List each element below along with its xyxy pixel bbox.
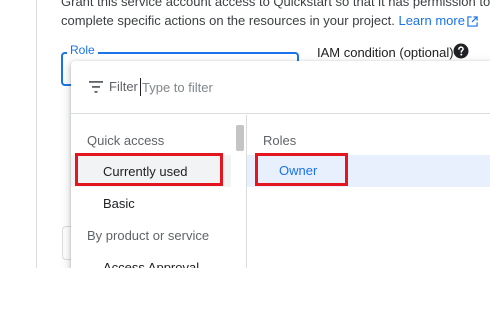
learn-more-label[interactable]: Learn more xyxy=(398,13,464,28)
learn-more-link[interactable]: Learn more xyxy=(398,13,478,28)
page: Grant this service account access to Qui… xyxy=(0,0,490,268)
role-owner-label[interactable]: Owner xyxy=(279,163,317,178)
filter-label: Filter xyxy=(109,79,138,94)
by-product-heading: By product or service xyxy=(87,228,210,243)
category-access-approval[interactable]: Access Approval xyxy=(103,260,199,268)
role-dropdown-panel: Filter Quick access Currently used Basic… xyxy=(71,61,490,268)
filter-input[interactable] xyxy=(140,78,342,96)
iam-condition-label: IAM condition (optional) xyxy=(317,45,454,60)
filter-icon xyxy=(89,81,103,93)
description-line-2: complete specific actions on the resourc… xyxy=(61,11,490,30)
help-icon[interactable] xyxy=(453,43,469,59)
description-line-2-text: complete specific actions on the resourc… xyxy=(61,13,395,28)
category-currently-used[interactable]: Currently used xyxy=(71,155,231,187)
roles-list: Roles Owner xyxy=(247,115,490,268)
description-line-1: Grant this service account access to Qui… xyxy=(61,0,490,9)
quick-access-heading: Quick access xyxy=(87,133,165,148)
currently-used-label[interactable]: Currently used xyxy=(103,164,188,179)
roles-heading: Roles xyxy=(263,133,297,148)
category-list: Quick access Currently used Basic By pro… xyxy=(71,115,246,268)
description-text: Grant this service account access to Qui… xyxy=(61,0,490,30)
left-rule xyxy=(36,0,37,268)
filter-row: Filter xyxy=(71,61,490,114)
category-scrollbar[interactable] xyxy=(236,125,244,151)
external-link-icon[interactable] xyxy=(467,16,478,27)
role-field-label: Role xyxy=(67,43,98,57)
role-owner[interactable]: Owner xyxy=(247,155,490,187)
category-basic[interactable]: Basic xyxy=(103,196,135,211)
